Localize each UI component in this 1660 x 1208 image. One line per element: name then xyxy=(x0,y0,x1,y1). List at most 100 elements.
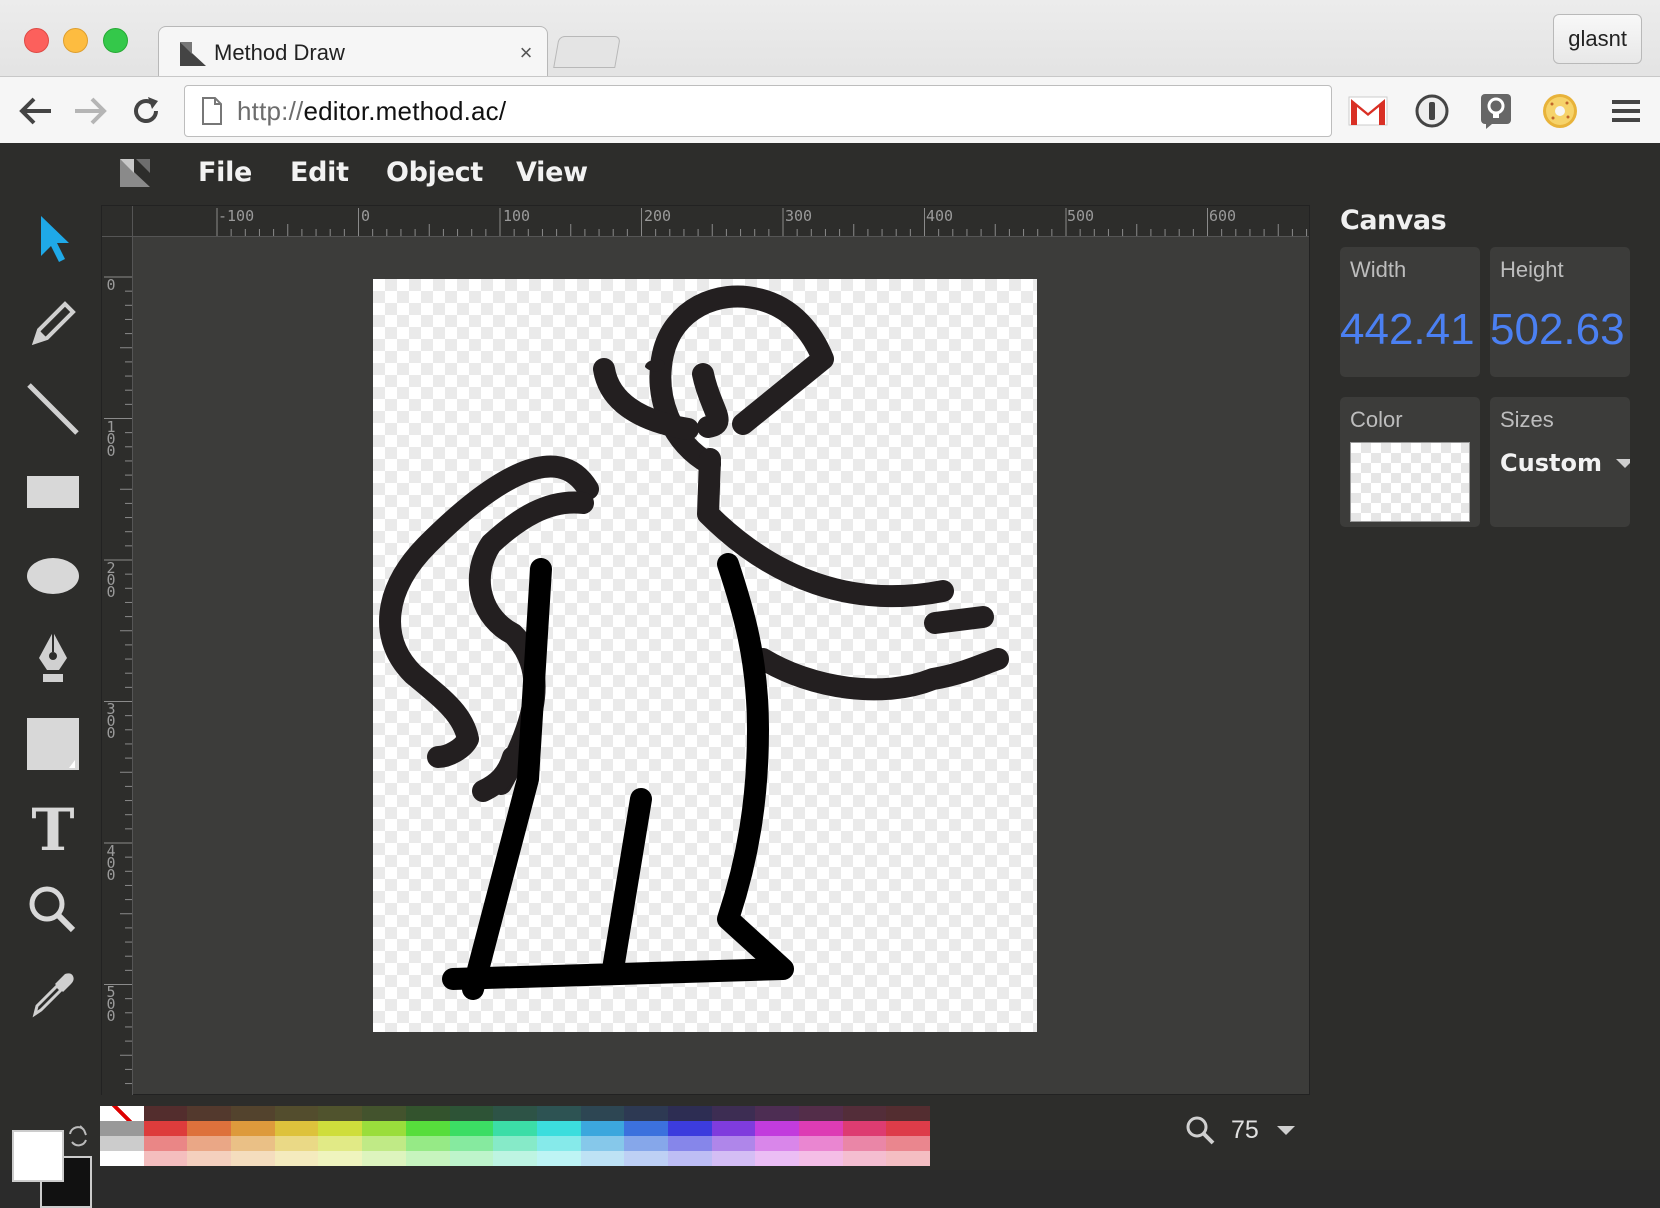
palette-swatch[interactable] xyxy=(667,1106,712,1121)
close-window-button[interactable] xyxy=(24,28,49,53)
sizes-field[interactable]: Sizes Custom xyxy=(1490,397,1630,527)
menu-view[interactable]: View xyxy=(516,157,588,188)
palette-column[interactable] xyxy=(187,1106,232,1166)
palette-swatch[interactable] xyxy=(493,1121,537,1136)
palette-swatch[interactable] xyxy=(274,1136,319,1151)
palette-swatch[interactable] xyxy=(711,1151,756,1166)
palette-column[interactable] xyxy=(100,1106,144,1166)
zoom-tool-button[interactable] xyxy=(22,879,84,941)
palette-swatch[interactable] xyxy=(187,1121,232,1136)
palette-swatch[interactable] xyxy=(580,1136,625,1151)
ellipse-tool-button[interactable] xyxy=(22,545,84,607)
palette-swatch[interactable] xyxy=(318,1136,363,1151)
eyedropper-tool-button[interactable] xyxy=(22,963,84,1025)
work-area[interactable]: -100 0 100 200 300 400 500 600 0 100 200… xyxy=(101,205,1310,1095)
palette-swatch[interactable] xyxy=(711,1121,756,1136)
shape-library-tool-button[interactable] xyxy=(22,713,84,775)
palette-swatch[interactable] xyxy=(842,1106,887,1121)
palette-column[interactable] xyxy=(842,1106,887,1166)
palette-swatch[interactable] xyxy=(405,1136,450,1151)
palette-column[interactable] xyxy=(405,1106,450,1166)
fill-color-swatch[interactable] xyxy=(12,1130,64,1182)
palette-swatch[interactable] xyxy=(187,1151,232,1166)
tab-close-icon[interactable]: × xyxy=(514,40,538,66)
palette-swatch[interactable] xyxy=(318,1151,363,1166)
palette-swatch[interactable] xyxy=(318,1121,363,1136)
palette-swatch[interactable] xyxy=(886,1136,931,1151)
palette-column[interactable] xyxy=(667,1106,712,1166)
palette-swatch[interactable] xyxy=(187,1136,232,1151)
palette-swatch[interactable] xyxy=(755,1121,799,1136)
palette-swatch[interactable] xyxy=(143,1151,188,1166)
gmail-extension-button[interactable] xyxy=(1346,89,1390,133)
zoom-control[interactable]: 75 xyxy=(1185,1108,1295,1152)
palette-column[interactable] xyxy=(143,1106,188,1166)
palette-swatch[interactable] xyxy=(799,1136,843,1151)
palette-swatch[interactable] xyxy=(231,1151,275,1166)
palette-swatch[interactable] xyxy=(143,1136,188,1151)
palette-column[interactable] xyxy=(886,1106,931,1166)
drawing-canvas[interactable] xyxy=(373,279,1037,1032)
palette-swatch[interactable] xyxy=(886,1121,931,1136)
palette-swatch[interactable] xyxy=(886,1151,931,1166)
maximize-window-button[interactable] xyxy=(103,28,128,53)
palette-swatch[interactable] xyxy=(624,1106,668,1121)
palette-swatch[interactable] xyxy=(449,1121,494,1136)
palette-column[interactable] xyxy=(449,1106,494,1166)
method-draw-logo-icon[interactable] xyxy=(118,157,152,189)
palette-swatch[interactable] xyxy=(493,1136,537,1151)
palette-swatch[interactable] xyxy=(536,1106,581,1121)
address-bar[interactable]: http://editor.method.ac/ xyxy=(184,85,1332,137)
palette-swatch[interactable] xyxy=(100,1121,144,1136)
palette-swatch[interactable] xyxy=(580,1121,625,1136)
palette-swatch[interactable] xyxy=(449,1151,494,1166)
palette-swatch[interactable] xyxy=(842,1136,887,1151)
palette-swatch[interactable] xyxy=(449,1136,494,1151)
palette-swatch[interactable] xyxy=(231,1106,275,1121)
reload-button[interactable] xyxy=(126,91,166,131)
back-button[interactable] xyxy=(16,91,56,131)
palette-swatch[interactable] xyxy=(886,1106,931,1121)
palette-swatch[interactable] xyxy=(842,1121,887,1136)
palette-column[interactable] xyxy=(231,1106,275,1166)
palette-swatch[interactable] xyxy=(449,1106,494,1121)
menu-edit[interactable]: Edit xyxy=(290,157,349,188)
palette-swatch[interactable] xyxy=(711,1136,756,1151)
palette-swatch[interactable] xyxy=(799,1106,843,1121)
palette-column[interactable] xyxy=(362,1106,406,1166)
pencil-tool-button[interactable] xyxy=(22,293,84,355)
palette-swatch[interactable] xyxy=(755,1151,799,1166)
menu-object[interactable]: Object xyxy=(386,157,483,188)
stick-figure-drawing[interactable] xyxy=(373,279,1037,1032)
palette-swatch[interactable] xyxy=(100,1151,144,1166)
palette-swatch[interactable] xyxy=(405,1121,450,1136)
canvas-color-field[interactable]: Color xyxy=(1340,397,1480,527)
palette-column[interactable] xyxy=(318,1106,363,1166)
palette-swatch[interactable] xyxy=(755,1136,799,1151)
line-tool-button[interactable] xyxy=(22,378,84,440)
palette-swatch[interactable] xyxy=(580,1106,625,1121)
palette-swatch[interactable] xyxy=(536,1121,581,1136)
palette-column[interactable] xyxy=(711,1106,756,1166)
donut-extension-button[interactable] xyxy=(1538,89,1582,133)
palette-column[interactable] xyxy=(493,1106,537,1166)
palette-swatch[interactable] xyxy=(187,1106,232,1121)
canvas-color-swatch[interactable] xyxy=(1350,442,1470,522)
palette-swatch[interactable] xyxy=(143,1121,188,1136)
palette-swatch[interactable] xyxy=(493,1151,537,1166)
palette-swatch[interactable] xyxy=(362,1151,406,1166)
select-tool-button[interactable] xyxy=(22,207,84,269)
palette-swatch[interactable] xyxy=(362,1136,406,1151)
palette-swatch[interactable] xyxy=(274,1121,319,1136)
rectangle-tool-button[interactable] xyxy=(22,461,84,523)
zoom-dropdown-chevron-icon[interactable] xyxy=(1276,1125,1295,1135)
sizes-dropdown[interactable]: Custom xyxy=(1500,449,1630,477)
palette-swatch[interactable] xyxy=(405,1106,450,1121)
palette-swatch[interactable] xyxy=(667,1136,712,1151)
forward-button[interactable] xyxy=(70,91,110,131)
chrome-menu-button[interactable] xyxy=(1604,89,1648,133)
palette-column[interactable] xyxy=(580,1106,625,1166)
width-value[interactable]: 442.41 xyxy=(1340,305,1475,355)
palette-swatch[interactable] xyxy=(755,1106,799,1121)
idea-extension-button[interactable] xyxy=(1474,89,1518,133)
